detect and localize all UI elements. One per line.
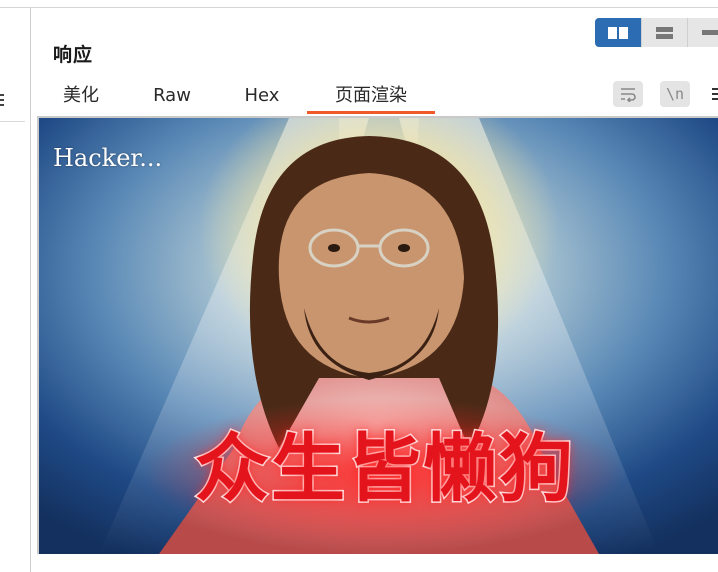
wrap-lines-button[interactable] (613, 81, 643, 107)
tab-render[interactable]: 页面渲染 (307, 78, 435, 114)
layout-single-button[interactable] (687, 18, 718, 47)
split-rows-icon (656, 26, 673, 39)
show-newlines-button[interactable]: \n (660, 81, 690, 107)
menu-icon[interactable] (0, 94, 4, 106)
tab-raw[interactable]: Raw (139, 78, 205, 114)
wrap-lines-icon (621, 88, 636, 102)
left-pane (0, 8, 31, 572)
left-pane-divider (0, 121, 25, 122)
split-columns-icon (608, 26, 628, 39)
tab-pretty[interactable]: 美化 (49, 78, 113, 114)
more-menu-icon[interactable] (712, 88, 718, 100)
newline-label: \n (665, 85, 685, 103)
layout-rows-button[interactable] (641, 18, 687, 47)
layout-switch (595, 18, 718, 47)
panel-title: 响应 (53, 44, 94, 66)
render-viewport[interactable]: Hacker... 众生皆懒狗 (37, 116, 718, 554)
image-caption: Hacker... (53, 144, 163, 172)
response-panel: 响应 美化 Raw Hex 页面渲染 \n Hacker... 众生皆懒狗 (35, 8, 718, 572)
panel-footer (35, 554, 718, 572)
image-overlay-text: 众生皆懒狗 (194, 425, 575, 514)
layout-columns-button[interactable] (595, 18, 641, 47)
tab-hex[interactable]: Hex (229, 78, 295, 114)
single-view-icon (702, 30, 718, 35)
app-window: 响应 美化 Raw Hex 页面渲染 \n Hacker... 众生皆懒狗 (0, 0, 718, 572)
